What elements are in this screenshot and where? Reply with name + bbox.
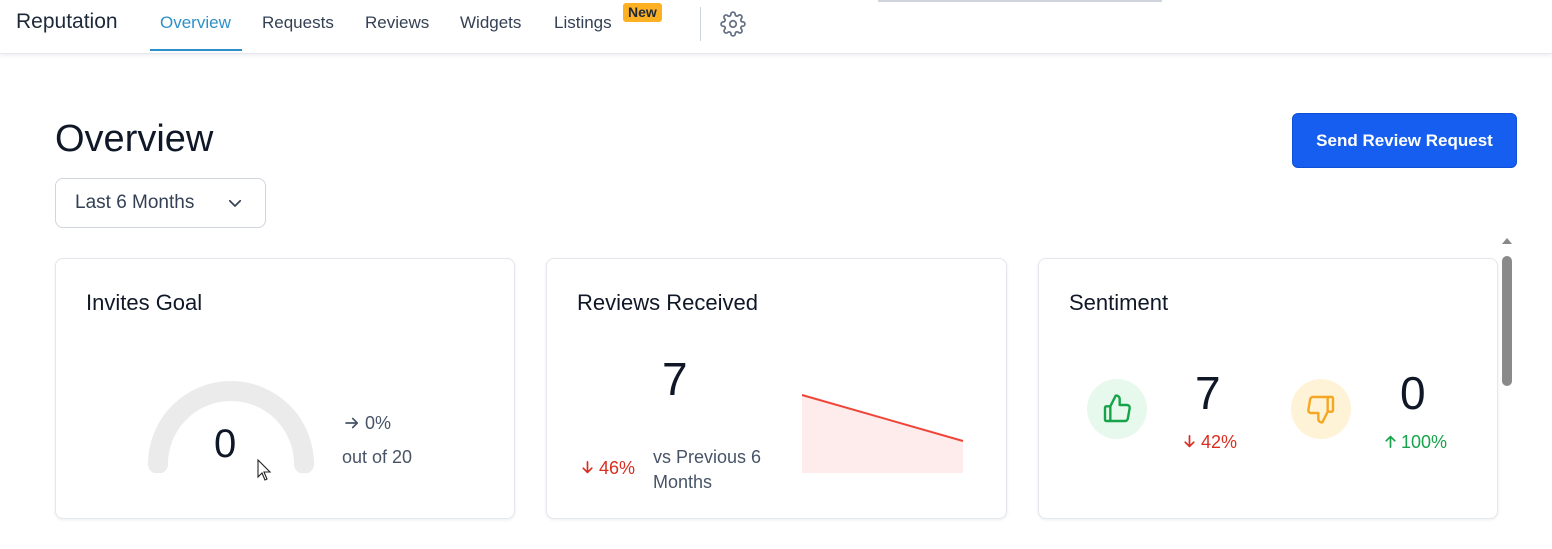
date-range-dropdown[interactable]: Last 6 Months bbox=[55, 178, 266, 228]
reviews-change: 46% bbox=[599, 458, 636, 478]
gear-icon[interactable] bbox=[720, 11, 746, 37]
tab-overview-label: Overview bbox=[160, 13, 231, 32]
mouse-cursor-icon bbox=[257, 459, 272, 481]
tab-listings[interactable]: Listings bbox=[554, 13, 612, 51]
app-title: Reputation bbox=[16, 10, 118, 33]
tab-reviews[interactable]: Reviews bbox=[365, 13, 429, 51]
tab-reviews-label: Reviews bbox=[365, 13, 430, 32]
page-title: Overview bbox=[55, 118, 214, 160]
top-navigation-bar: Reputation Overview Requests Reviews Wid… bbox=[0, 0, 1552, 54]
loading-bar bbox=[878, 0, 1162, 2]
nav-divider bbox=[700, 7, 701, 41]
thumbs-up-icon bbox=[1103, 394, 1131, 423]
reviews-received-title: Reviews Received bbox=[577, 290, 758, 315]
tab-widgets-label: Widgets bbox=[460, 13, 522, 32]
positive-icon-circle bbox=[1087, 379, 1147, 439]
arrow-down-icon bbox=[582, 460, 593, 474]
date-range-value: Last 6 Months bbox=[75, 192, 195, 213]
arrow-up-icon bbox=[1385, 435, 1396, 449]
arrow-right-icon bbox=[345, 417, 359, 429]
reviews-comparison-text: vs Previous 6 Months bbox=[653, 447, 762, 492]
tab-widgets[interactable]: Widgets bbox=[460, 13, 521, 51]
invites-value: 0 bbox=[214, 422, 237, 466]
negative-value: 0 bbox=[1400, 367, 1426, 419]
positive-value: 7 bbox=[1195, 367, 1221, 419]
sentiment-card: Sentiment 7 42% 0 100% bbox=[1038, 258, 1498, 519]
invites-change: 0% bbox=[365, 413, 392, 433]
send-review-request-button[interactable]: Send Review Request bbox=[1292, 113, 1517, 168]
reviews-trend-sparkline bbox=[801, 394, 964, 473]
arrow-down-icon bbox=[1184, 434, 1195, 448]
scrollbar-thumb[interactable] bbox=[1502, 256, 1512, 386]
tab-overview[interactable]: Overview bbox=[150, 13, 242, 51]
sentiment-title: Sentiment bbox=[1069, 290, 1169, 315]
reviews-received-card: Reviews Received 7 46% vs Previous 6 Mon… bbox=[546, 258, 1007, 519]
tab-requests-label: Requests bbox=[262, 13, 334, 32]
new-badge: New bbox=[623, 3, 662, 22]
positive-change: 42% bbox=[1201, 432, 1238, 452]
thumbs-down-icon bbox=[1307, 395, 1335, 424]
tab-listings-label: Listings bbox=[554, 13, 612, 32]
chevron-down-icon bbox=[228, 199, 242, 207]
invites-goal-title: Invites Goal bbox=[86, 290, 203, 315]
scroll-up-arrow-icon[interactable] bbox=[1502, 238, 1512, 244]
tab-requests[interactable]: Requests bbox=[262, 13, 334, 51]
negative-icon-circle bbox=[1291, 379, 1351, 439]
reviews-value: 7 bbox=[662, 353, 688, 405]
negative-change: 100% bbox=[1401, 432, 1448, 452]
invites-goal-card: Invites Goal 0 0% out of 20 bbox=[55, 258, 515, 519]
invites-goal-text: out of 20 bbox=[342, 447, 413, 467]
